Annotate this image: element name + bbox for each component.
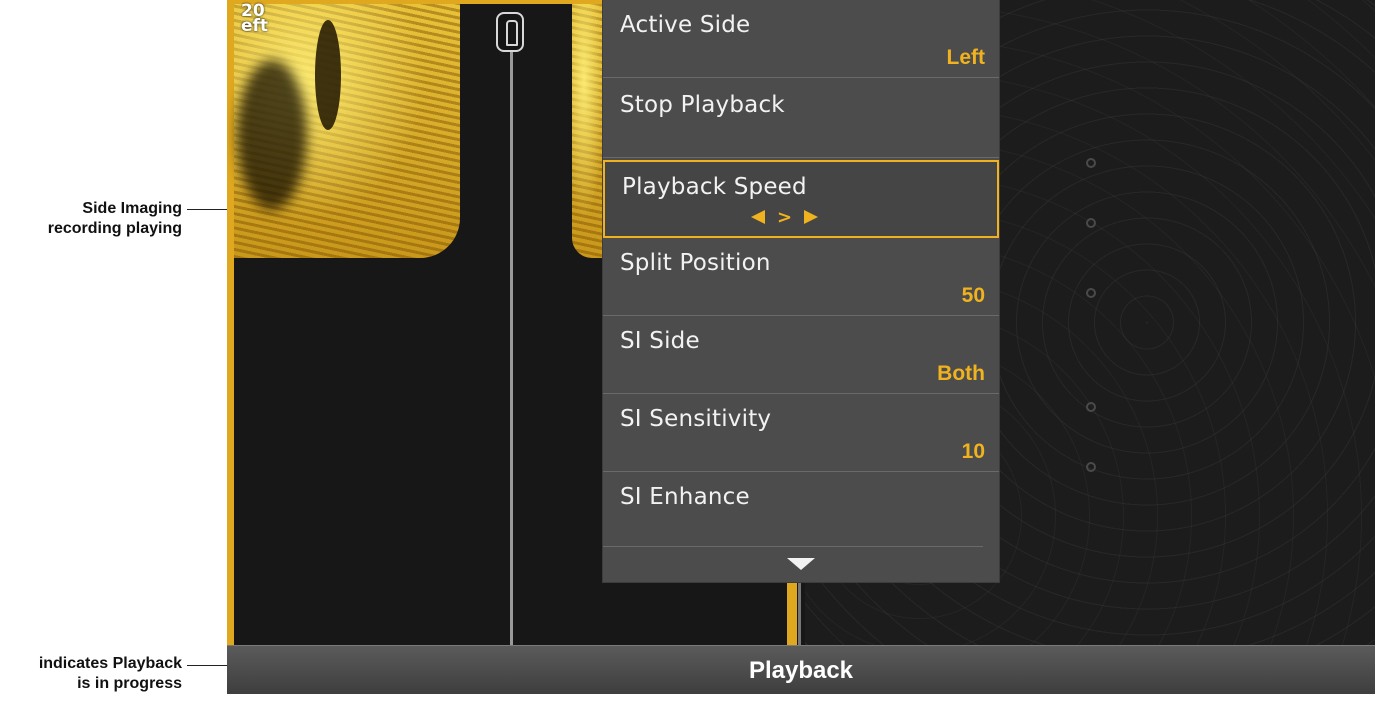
callout-side-imaging-line1: Side Imaging bbox=[82, 200, 182, 217]
menu-item-si-side[interactable]: SI Side Both bbox=[603, 316, 999, 394]
menu-item-playback-speed[interactable]: Playback Speed > bbox=[603, 160, 999, 238]
arrow-left-icon[interactable] bbox=[751, 210, 765, 224]
menu-divider bbox=[603, 546, 983, 547]
callout-side-imaging: Side Imaging recording playing bbox=[0, 199, 182, 239]
callout-playback-line1: indicates Playback bbox=[38, 655, 182, 672]
menu-item-label: Playback Speed bbox=[622, 174, 807, 200]
arrow-right-icon[interactable] bbox=[804, 210, 819, 224]
speed-value: > bbox=[777, 206, 793, 228]
menu-item-value: Both bbox=[937, 362, 985, 385]
pane-divider-accent bbox=[787, 582, 797, 645]
menu-item-value: 10 bbox=[961, 440, 985, 463]
menu-item-label: SI Enhance bbox=[620, 484, 750, 510]
track-point-icon bbox=[1086, 218, 1096, 228]
menu-item-stop-playback[interactable]: Stop Playback bbox=[603, 80, 999, 158]
sonar-shadow-structure bbox=[315, 20, 341, 130]
menu-item-label: Active Side bbox=[620, 12, 751, 38]
menu-item-active-side[interactable]: Active Side Left bbox=[603, 0, 999, 78]
range-label-line2: eft bbox=[241, 16, 269, 36]
menu-item-value: Left bbox=[946, 46, 986, 69]
status-bar-text: Playback bbox=[748, 657, 854, 684]
track-point-icon bbox=[1086, 462, 1096, 472]
menu-item-label: SI Sensitivity bbox=[620, 406, 772, 432]
callout-playback: indicates Playback is in progress bbox=[0, 654, 182, 694]
chevron-down-icon[interactable] bbox=[787, 558, 815, 570]
track-point-icon bbox=[1086, 288, 1096, 298]
device-screen: 20 eft Active Side Left Stop Playback Pl… bbox=[227, 0, 1375, 701]
sonar-shadow-left bbox=[237, 60, 307, 210]
menu-item-split-position[interactable]: Split Position 50 bbox=[603, 238, 999, 316]
menu-item-si-sensitivity[interactable]: SI Sensitivity 10 bbox=[603, 394, 999, 472]
screen-bottom-edge bbox=[227, 694, 1375, 701]
menu-item-label: SI Side bbox=[620, 328, 700, 354]
boat-centerline bbox=[510, 40, 513, 645]
menu-item-label: Split Position bbox=[620, 250, 771, 276]
boat-icon bbox=[496, 12, 524, 52]
sonar-left-edge bbox=[227, 0, 234, 645]
x-press-menu: Active Side Left Stop Playback Playback … bbox=[603, 0, 999, 582]
menu-item-label: Stop Playback bbox=[620, 92, 785, 118]
track-point-icon bbox=[1086, 158, 1096, 168]
track-point-icon bbox=[1086, 402, 1096, 412]
range-label: 20 eft bbox=[241, 3, 269, 36]
menu-item-value: 50 bbox=[961, 284, 985, 307]
pane-divider-line bbox=[798, 582, 801, 645]
menu-item-si-enhance[interactable]: SI Enhance bbox=[603, 472, 999, 550]
callout-side-imaging-line2: recording playing bbox=[47, 220, 182, 237]
status-bar: Playback bbox=[227, 645, 1375, 694]
callout-playback-line2: is in progress bbox=[77, 675, 182, 692]
playback-speed-control[interactable]: > bbox=[751, 206, 819, 228]
